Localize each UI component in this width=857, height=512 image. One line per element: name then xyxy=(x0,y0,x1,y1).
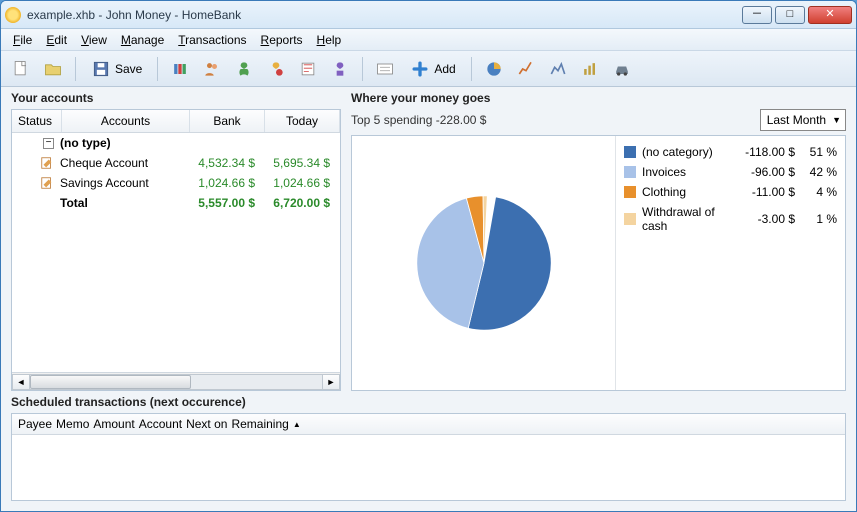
sched-col[interactable]: Payee xyxy=(18,417,52,431)
legend-label: Withdrawal of cash xyxy=(642,205,729,233)
minimize-button[interactable]: － xyxy=(742,6,772,24)
legend-row[interactable]: Invoices -96.00 $ 42 % xyxy=(624,162,837,182)
scheduled-header[interactable]: Payee Memo Amount Account Next on Remaining ▲ xyxy=(12,414,845,435)
manage-archives-button[interactable] xyxy=(262,55,290,83)
sched-col[interactable]: Remaining xyxy=(231,417,288,431)
sched-col[interactable]: Account xyxy=(139,417,182,431)
legend-amount: -11.00 $ xyxy=(735,185,795,199)
col-status[interactable]: Status xyxy=(12,110,62,132)
scroll-left-button[interactable]: ◄ xyxy=(12,374,30,390)
spending-title: Where your money goes xyxy=(351,91,846,105)
manage-assign-button[interactable] xyxy=(326,55,354,83)
sched-col[interactable]: Amount xyxy=(93,417,134,431)
account-row[interactable]: Cheque Account 4,532.34 $ 5,695.34 $ xyxy=(12,153,340,173)
account-bank: 4,532.34 $ xyxy=(186,156,261,170)
col-accounts[interactable]: Accounts xyxy=(62,110,190,132)
window-title: example.xhb - John Money - HomeBank xyxy=(27,8,742,22)
scroll-right-button[interactable]: ► xyxy=(322,374,340,390)
legend-row[interactable]: (no category) -118.00 $ 51 % xyxy=(624,142,837,162)
add-label: Add xyxy=(434,62,455,76)
sched-col[interactable]: Memo xyxy=(56,417,89,431)
pie-chart xyxy=(352,136,615,390)
report-trend-button[interactable] xyxy=(512,55,540,83)
report-balance-button[interactable] xyxy=(544,55,572,83)
open-file-button[interactable] xyxy=(39,55,67,83)
scheduled-title: Scheduled transactions (next occurence) xyxy=(11,395,846,409)
edit-icon xyxy=(16,176,60,190)
menu-edit[interactable]: Edit xyxy=(40,31,73,49)
account-total-row: Total 5,557.00 $ 6,720.00 $ xyxy=(12,193,340,213)
legend-swatch xyxy=(624,166,636,178)
scheduled-empty-body xyxy=(12,435,845,500)
chart-legend: (no category) -118.00 $ 51 % Invoices -96.00… xyxy=(615,136,845,390)
show-transactions-button[interactable] xyxy=(371,55,399,83)
manage-payees-button[interactable] xyxy=(198,55,226,83)
legend-amount: -96.00 $ xyxy=(735,165,795,179)
horizontal-scrollbar[interactable]: ◄ ► xyxy=(12,372,340,390)
total-label: Total xyxy=(60,196,186,210)
save-button[interactable]: Save xyxy=(84,55,149,83)
menu-view[interactable]: View xyxy=(75,31,113,49)
group-label: (no type) xyxy=(60,136,186,150)
titlebar: example.xhb - John Money - HomeBank － □ … xyxy=(1,1,856,29)
report-statistics-button[interactable] xyxy=(480,55,508,83)
accounts-title: Your accounts xyxy=(11,91,341,105)
legend-row[interactable]: Clothing -11.00 $ 4 % xyxy=(624,182,837,202)
account-group-row[interactable]: − (no type) xyxy=(12,133,340,153)
legend-pct: 42 % xyxy=(801,165,837,179)
account-today: 1,024.66 $ xyxy=(261,176,336,190)
legend-pct: 51 % xyxy=(801,145,837,159)
sort-asc-icon: ▲ xyxy=(293,420,301,429)
col-bank[interactable]: Bank xyxy=(190,110,265,132)
total-today: 6,720.00 $ xyxy=(261,196,336,210)
account-today: 5,695.34 $ xyxy=(261,156,336,170)
manage-budget-button[interactable] xyxy=(294,55,322,83)
period-value: Last Month xyxy=(767,113,826,127)
account-name: Savings Account xyxy=(60,176,186,190)
period-select[interactable]: Last Month ▼ xyxy=(760,109,846,131)
legend-label: Clothing xyxy=(642,185,729,199)
manage-accounts-button[interactable] xyxy=(166,55,194,83)
legend-amount: -3.00 $ xyxy=(735,212,795,226)
col-today[interactable]: Today xyxy=(265,110,340,132)
report-vehicle-button[interactable] xyxy=(608,55,636,83)
scheduled-table: Payee Memo Amount Account Next on Remaining ▲ xyxy=(11,413,846,501)
legend-pct: 4 % xyxy=(801,185,837,199)
add-transaction-button[interactable]: Add xyxy=(403,55,462,83)
menu-file[interactable]: File xyxy=(7,31,38,49)
menu-transactions[interactable]: Transactions xyxy=(172,31,252,49)
legend-row[interactable]: Withdrawal of cash -3.00 $ 1 % xyxy=(624,202,837,236)
scroll-thumb[interactable] xyxy=(30,375,191,389)
total-bank: 5,557.00 $ xyxy=(186,196,261,210)
maximize-button[interactable]: □ xyxy=(775,6,805,24)
legend-swatch xyxy=(624,213,636,225)
save-label: Save xyxy=(115,62,142,76)
legend-swatch xyxy=(624,146,636,158)
legend-label: Invoices xyxy=(642,165,729,179)
collapse-icon[interactable]: − xyxy=(43,138,54,149)
close-button[interactable]: ✕ xyxy=(808,6,852,24)
account-bank: 1,024.66 $ xyxy=(186,176,261,190)
accounts-table: Status Accounts Bank Today − (no type) xyxy=(11,109,341,391)
new-file-button[interactable] xyxy=(7,55,35,83)
account-name: Cheque Account xyxy=(60,156,186,170)
edit-icon xyxy=(16,156,60,170)
spending-subtitle: Top 5 spending -228.00 $ xyxy=(351,113,486,127)
legend-label: (no category) xyxy=(642,145,729,159)
sched-col[interactable]: Next on xyxy=(186,417,227,431)
menu-reports[interactable]: Reports xyxy=(255,31,309,49)
legend-pct: 1 % xyxy=(801,212,837,226)
menu-manage[interactable]: Manage xyxy=(115,31,170,49)
menu-help[interactable]: Help xyxy=(311,31,348,49)
menubar: File Edit View Manage Transactions Repor… xyxy=(1,29,856,51)
legend-amount: -118.00 $ xyxy=(735,145,795,159)
app-icon xyxy=(5,7,21,23)
manage-categories-button[interactable] xyxy=(230,55,258,83)
legend-swatch xyxy=(624,186,636,198)
accounts-header: Status Accounts Bank Today xyxy=(12,110,340,133)
toolbar: Save Add xyxy=(1,51,856,87)
chevron-down-icon: ▼ xyxy=(832,115,841,125)
report-budget-button[interactable] xyxy=(576,55,604,83)
account-row[interactable]: Savings Account 1,024.66 $ 1,024.66 $ xyxy=(12,173,340,193)
